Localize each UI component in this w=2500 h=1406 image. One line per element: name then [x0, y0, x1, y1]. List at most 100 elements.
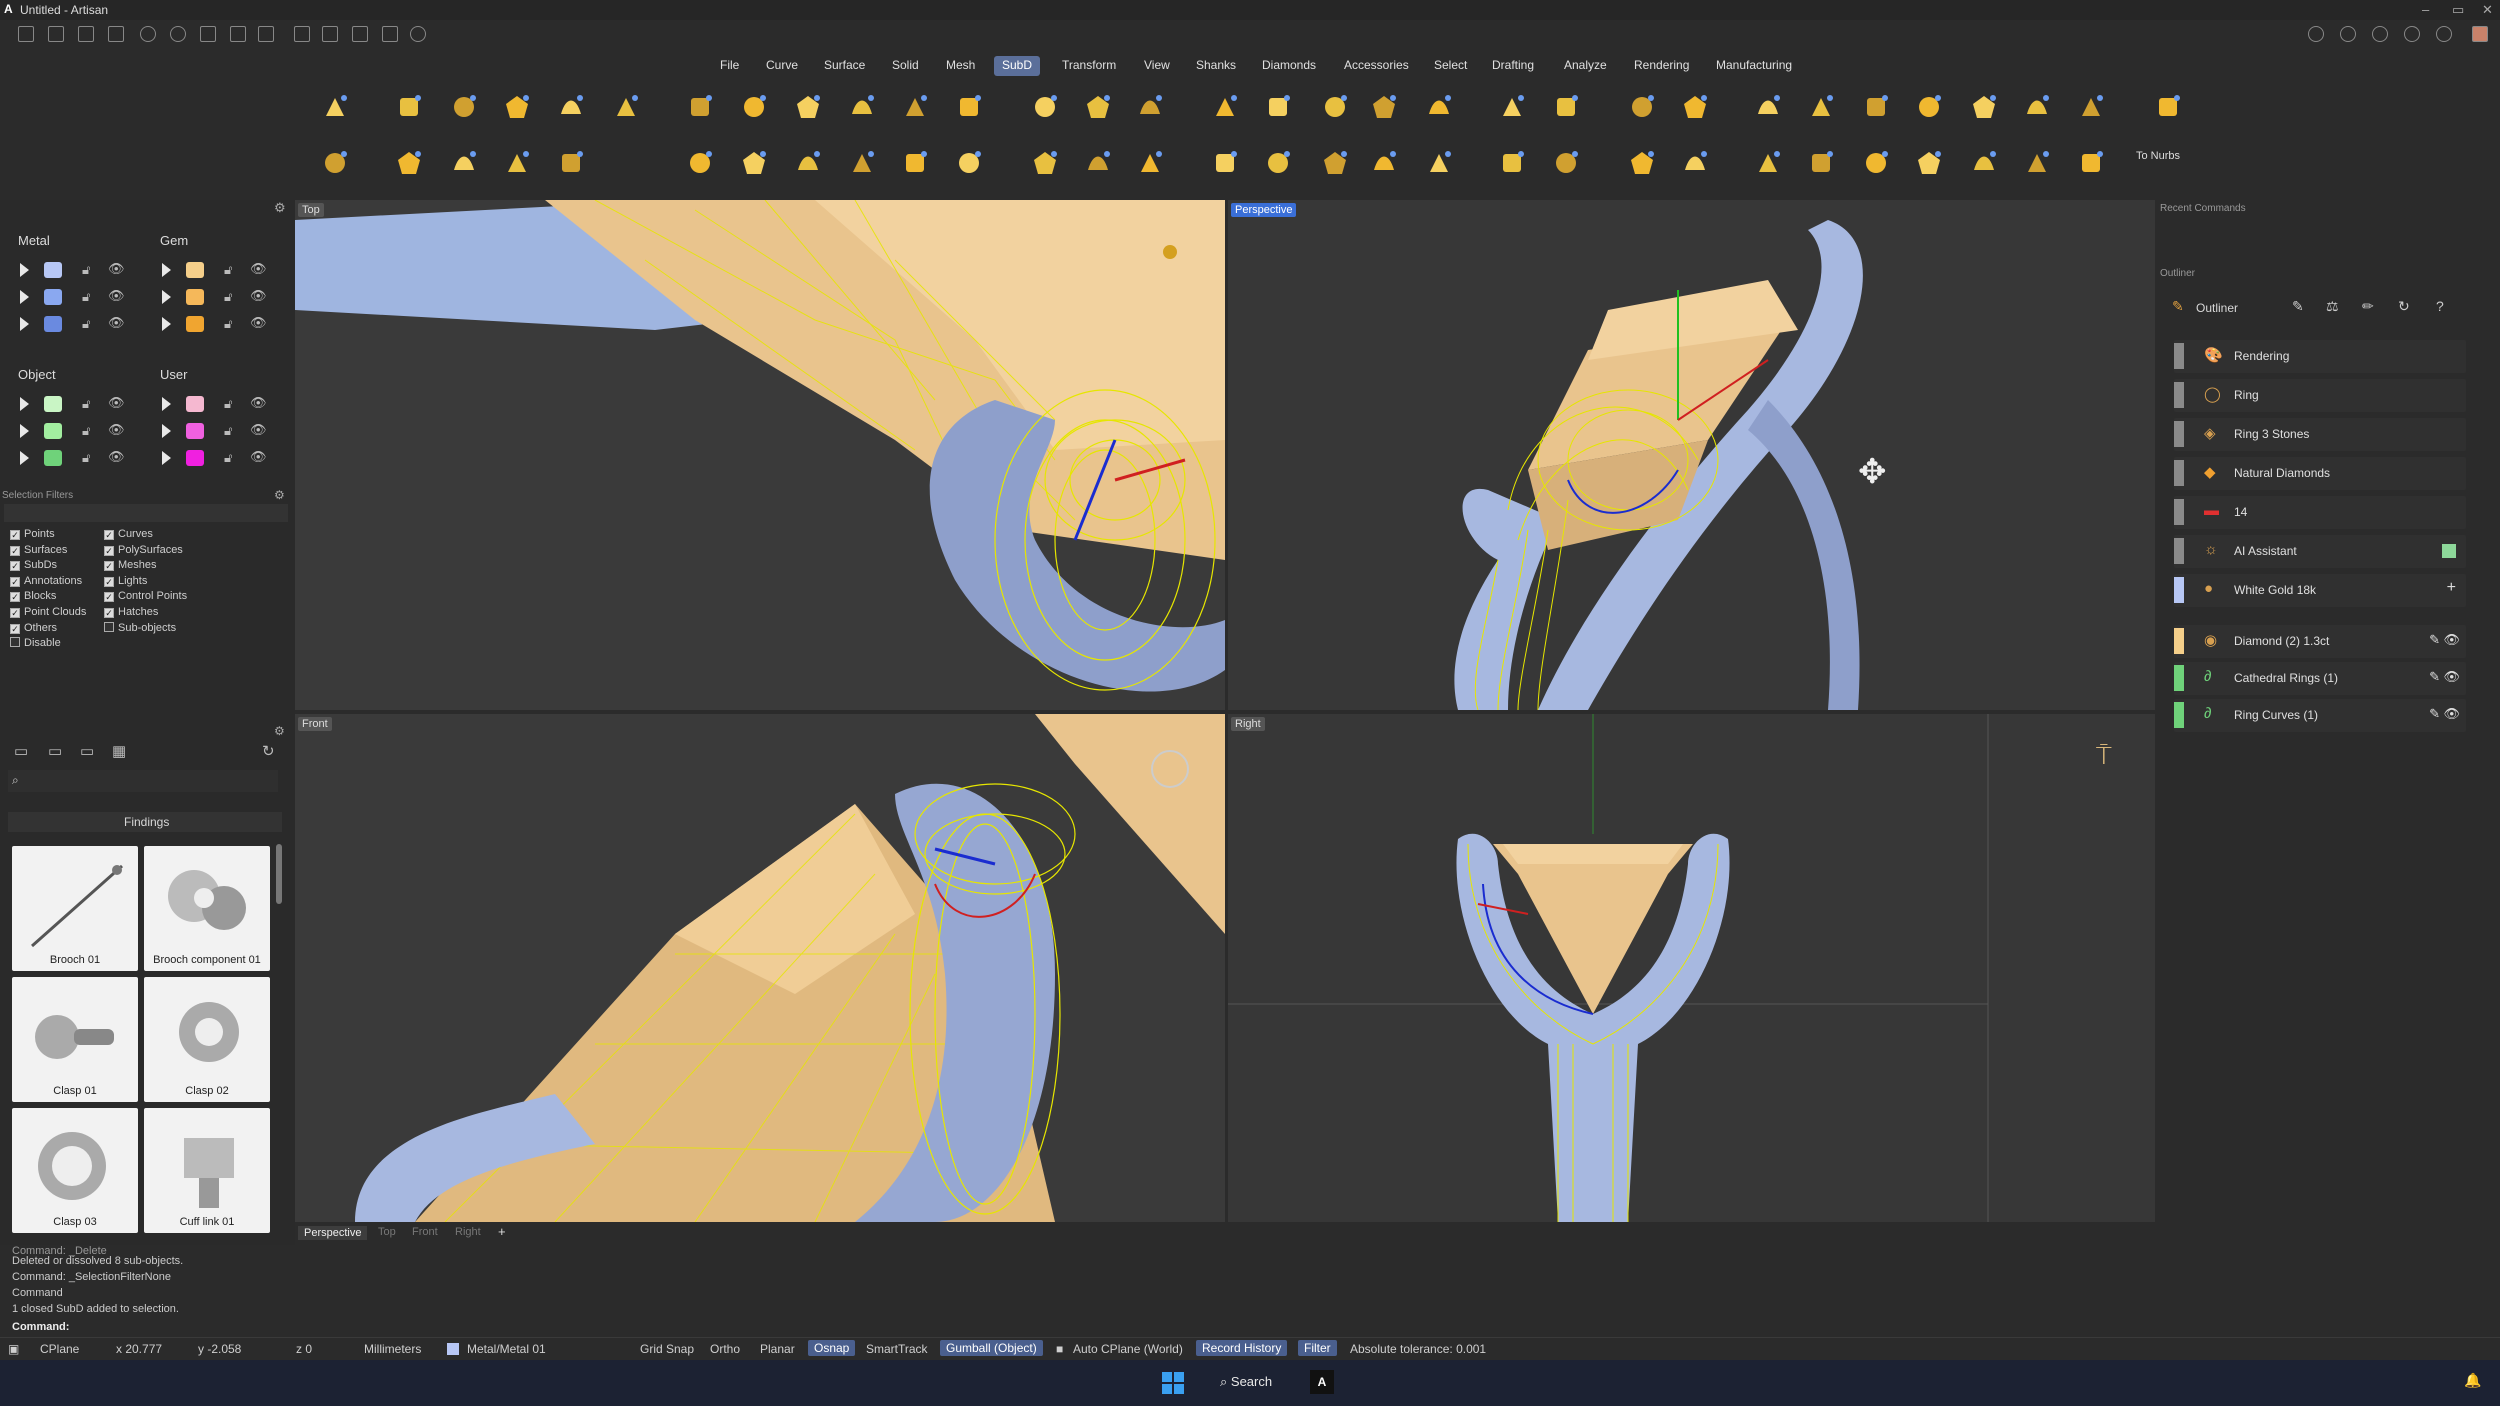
- outliner-item[interactable]: ◯ Ring: [2174, 379, 2466, 412]
- user-avatar-icon[interactable]: [2472, 26, 2488, 42]
- menu-drafting[interactable]: Drafting: [1484, 56, 1542, 76]
- status-ortho[interactable]: Ortho: [710, 1342, 740, 1356]
- status-record-history[interactable]: Record History: [1196, 1340, 1288, 1356]
- play-icon[interactable]: [162, 451, 171, 465]
- menu-file[interactable]: File: [712, 56, 747, 76]
- layer-row-object[interactable]: 🔓︎ 👁︎: [14, 447, 144, 471]
- viewport-tab-right[interactable]: Right: [455, 1226, 481, 1238]
- subd-tool-icon[interactable]: [1802, 144, 1840, 182]
- filter-checkbox[interactable]: Disable: [10, 637, 61, 649]
- subd-tool-icon[interactable]: [1365, 144, 1403, 182]
- subd-tool-icon[interactable]: [1857, 144, 1895, 182]
- layer-row-gem[interactable]: 🔓︎ 👁︎: [156, 286, 286, 310]
- filter-settings-icon[interactable]: ⚙: [274, 488, 285, 502]
- tool-d-icon[interactable]: [382, 26, 398, 42]
- layer-color-swatch[interactable]: [186, 423, 204, 439]
- layer-color-swatch[interactable]: [186, 450, 204, 466]
- filter-checkbox[interactable]: ✓ Curves: [104, 528, 153, 540]
- layer-color-swatch[interactable]: [44, 450, 62, 466]
- subd-tool-icon[interactable]: [2018, 88, 2056, 126]
- viewport-front[interactable]: Front: [295, 714, 1225, 1222]
- eye-icon[interactable]: 👁︎: [250, 449, 267, 465]
- folder-image-icon[interactable]: ▭: [80, 742, 94, 760]
- tool-c-icon[interactable]: [352, 26, 368, 42]
- outliner-item[interactable]: ☼ AI Assistant: [2174, 535, 2466, 568]
- eye-icon[interactable]: 👁︎: [108, 395, 125, 411]
- status-cplane[interactable]: CPlane: [40, 1342, 79, 1356]
- subd-tool-icon[interactable]: [843, 88, 881, 126]
- subd-tool-icon[interactable]: [1749, 88, 1787, 126]
- viewport-perspective[interactable]: Perspective ✥: [1228, 200, 2155, 710]
- viewport-tab-front[interactable]: Front: [412, 1226, 438, 1238]
- filter-checkbox[interactable]: ✓ Points: [10, 528, 55, 540]
- menu-manufacturing[interactable]: Manufacturing: [1708, 56, 1800, 76]
- help-outliner-icon[interactable]: ?: [2436, 298, 2444, 314]
- filter-checkbox[interactable]: ✓ Surfaces: [10, 544, 67, 556]
- viewport-top[interactable]: Top: [295, 200, 1225, 710]
- tool-a-icon[interactable]: [294, 26, 310, 42]
- refresh-icon[interactable]: ↻: [262, 742, 275, 760]
- account-icon[interactable]: [2308, 26, 2324, 42]
- subd-tool-icon[interactable]: [1910, 88, 1948, 126]
- status-filter[interactable]: Filter: [1298, 1340, 1337, 1356]
- subd-tool-icon[interactable]: [390, 144, 428, 182]
- edit-item-icon[interactable]: ✎: [2429, 632, 2440, 648]
- edit-icon[interactable]: ✎: [2292, 298, 2304, 315]
- layer-row-user[interactable]: 🔓︎ 👁︎: [156, 393, 286, 417]
- status-grid-snap[interactable]: Grid Snap: [640, 1342, 694, 1356]
- subd-tool-icon[interactable]: [681, 88, 719, 126]
- lock-icon[interactable]: 🔓︎: [82, 262, 90, 278]
- viewport-right-label[interactable]: Right: [1231, 717, 1265, 731]
- info-icon[interactable]: [2340, 26, 2356, 42]
- finding-thumbnail[interactable]: Clasp 02: [144, 977, 270, 1102]
- status-osnap[interactable]: Osnap: [808, 1340, 856, 1356]
- link-icon[interactable]: [2436, 26, 2452, 42]
- eye-icon[interactable]: 👁︎: [250, 288, 267, 304]
- save-as-icon[interactable]: [230, 26, 246, 42]
- subd-tool-icon[interactable]: [950, 88, 988, 126]
- menu-diamonds[interactable]: Diamonds: [1254, 56, 1324, 76]
- subd-tool-icon[interactable]: [1965, 144, 2003, 182]
- subd-tool-icon[interactable]: [1965, 88, 2003, 126]
- filter-checkbox[interactable]: ✓ Others: [10, 622, 57, 634]
- lock-icon[interactable]: 🔓︎: [224, 289, 232, 305]
- subd-tool-icon[interactable]: [1910, 144, 1948, 182]
- edit-item-icon[interactable]: ✎: [2429, 669, 2440, 685]
- filter-checkbox[interactable]: ✓ Point Clouds: [10, 606, 86, 618]
- status-auto-cplane[interactable]: Auto CPlane (World): [1073, 1342, 1183, 1356]
- folder-icon[interactable]: ▭: [14, 742, 28, 760]
- menu-analyze[interactable]: Analyze: [1556, 56, 1615, 76]
- layer-group-gem[interactable]: Gem: [160, 233, 188, 248]
- subd-tool-icon[interactable]: [1493, 144, 1531, 182]
- subd-tool-icon[interactable]: [316, 144, 354, 182]
- subd-tool-icon[interactable]: [1316, 144, 1354, 182]
- outliner-item[interactable]: ● White Gold 18k +: [2174, 574, 2466, 607]
- subd-tool-icon[interactable]: [607, 88, 645, 126]
- finding-thumbnail[interactable]: Clasp 01: [12, 977, 138, 1102]
- viewport-perspective-label[interactable]: Perspective: [1231, 203, 1297, 217]
- eye-icon[interactable]: 👁︎: [250, 395, 267, 411]
- subd-tool-icon[interactable]: [1259, 88, 1297, 126]
- subd-tool-icon[interactable]: [1623, 88, 1661, 126]
- subd-tool-icon[interactable]: [2149, 88, 2187, 126]
- finding-thumbnail[interactable]: Brooch component 01: [144, 846, 270, 971]
- subd-tool-icon[interactable]: [1206, 88, 1244, 126]
- menu-solid[interactable]: Solid: [884, 56, 927, 76]
- taskbar-search[interactable]: ⌕ Search: [1220, 1374, 1272, 1390]
- visibility-eye-icon[interactable]: 👁︎: [2443, 706, 2460, 722]
- filter-checkbox[interactable]: ✓ Blocks: [10, 590, 56, 603]
- eye-icon[interactable]: 👁︎: [108, 315, 125, 331]
- layer-color-swatch[interactable]: [44, 396, 62, 412]
- open-folder-icon[interactable]: [108, 26, 124, 42]
- subd-tool-icon[interactable]: [843, 144, 881, 182]
- lock-icon[interactable]: 🔓︎: [82, 423, 90, 439]
- subd-tool-icon[interactable]: [1420, 144, 1458, 182]
- filter-checkbox[interactable]: ✓ Meshes: [104, 559, 157, 572]
- grid-view-icon[interactable]: ▦: [112, 742, 126, 760]
- new-file-icon[interactable]: [18, 26, 34, 42]
- filter-checkbox[interactable]: ✓ Control Points: [104, 590, 187, 603]
- filter-checkbox[interactable]: ✓ PolySurfaces: [104, 544, 183, 556]
- folder-add-icon[interactable]: ▭: [48, 742, 62, 760]
- subd-tool-icon[interactable]: [1547, 144, 1585, 182]
- subd-tool-icon[interactable]: [896, 88, 934, 126]
